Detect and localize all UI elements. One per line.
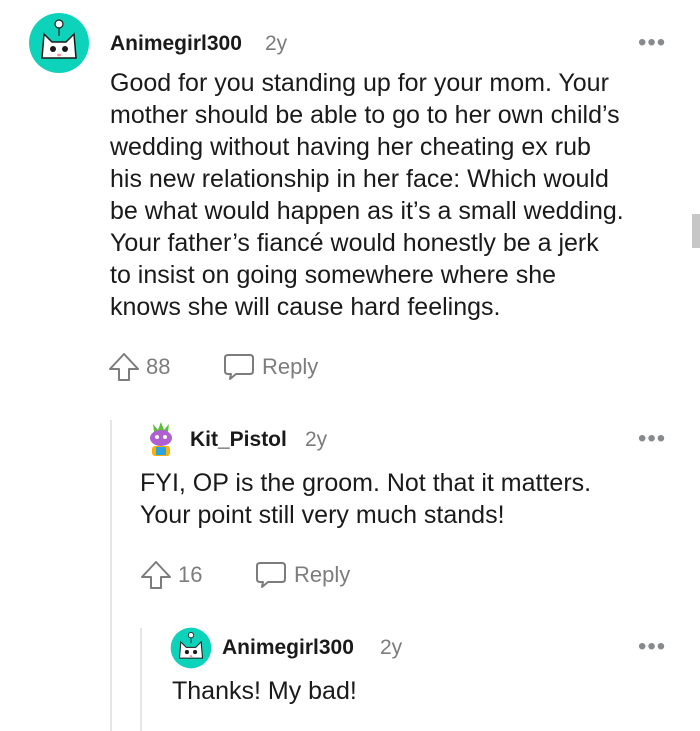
avatar[interactable]: [28, 12, 90, 74]
comment-author[interactable]: Kit_Pistol: [190, 428, 287, 452]
comment-line: be what would happen as it’s a small wed…: [110, 197, 624, 225]
reply-button[interactable]: Reply: [222, 352, 318, 382]
comment-author[interactable]: Animegirl300: [222, 636, 354, 660]
more-options-icon[interactable]: •••: [638, 31, 666, 55]
comment-line: to insist on going somewhere where she: [110, 261, 557, 289]
comment-line: FYI, OP is the groom. Not that it matter…: [140, 469, 592, 497]
comment-line: Your point still very much stands!: [140, 501, 505, 529]
thread-line[interactable]: [110, 420, 112, 731]
upvote-button[interactable]: 16: [140, 560, 202, 590]
more-options-icon[interactable]: •••: [638, 427, 666, 451]
cat-avatar-icon: [170, 627, 212, 669]
speech-bubble-icon: [224, 354, 254, 380]
avatar[interactable]: [140, 418, 182, 460]
comment-line: Good for you standing up for your mom. Y…: [110, 69, 609, 97]
thread-line[interactable]: [140, 628, 142, 731]
reply-label: Reply: [262, 354, 319, 379]
avatar[interactable]: [170, 627, 212, 669]
vote-count: 16: [178, 562, 203, 587]
scrollbar[interactable]: [692, 214, 700, 248]
reply-label: Reply: [294, 562, 351, 587]
comment-line: wedding without having her cheating ex r…: [110, 133, 591, 161]
comment-age: 2y: [265, 32, 288, 55]
comment-line: mother should be able to go to her own c…: [110, 101, 620, 129]
comment-line: knows she will cause hard feelings.: [110, 293, 501, 321]
comment-body: Good for you standing up for your mom. Y…: [110, 67, 680, 323]
reply-button[interactable]: Reply: [254, 560, 350, 590]
comment-body: Thanks! My bad!: [172, 675, 672, 707]
more-options-icon[interactable]: •••: [638, 635, 666, 659]
comment-line: his new relationship in her face: Which …: [110, 165, 609, 193]
upvote-arrow-icon: [109, 353, 139, 381]
vote-count: 88: [146, 354, 171, 379]
speech-bubble-icon: [256, 562, 286, 588]
comment-age: 2y: [380, 636, 403, 659]
upvote-button[interactable]: 88: [108, 352, 170, 382]
comment-age: 2y: [305, 428, 328, 451]
cat-avatar-icon: [29, 13, 89, 73]
upvote-arrow-icon: [141, 561, 171, 589]
comment-line: Thanks! My bad!: [172, 677, 357, 705]
comment-author[interactable]: Animegirl300: [110, 32, 242, 56]
snoo-avatar-icon: [150, 422, 172, 456]
comment-body: FYI, OP is the groom. Not that it matter…: [140, 467, 680, 531]
comment-line: Your father’s fiancé would honestly be a…: [110, 229, 599, 257]
